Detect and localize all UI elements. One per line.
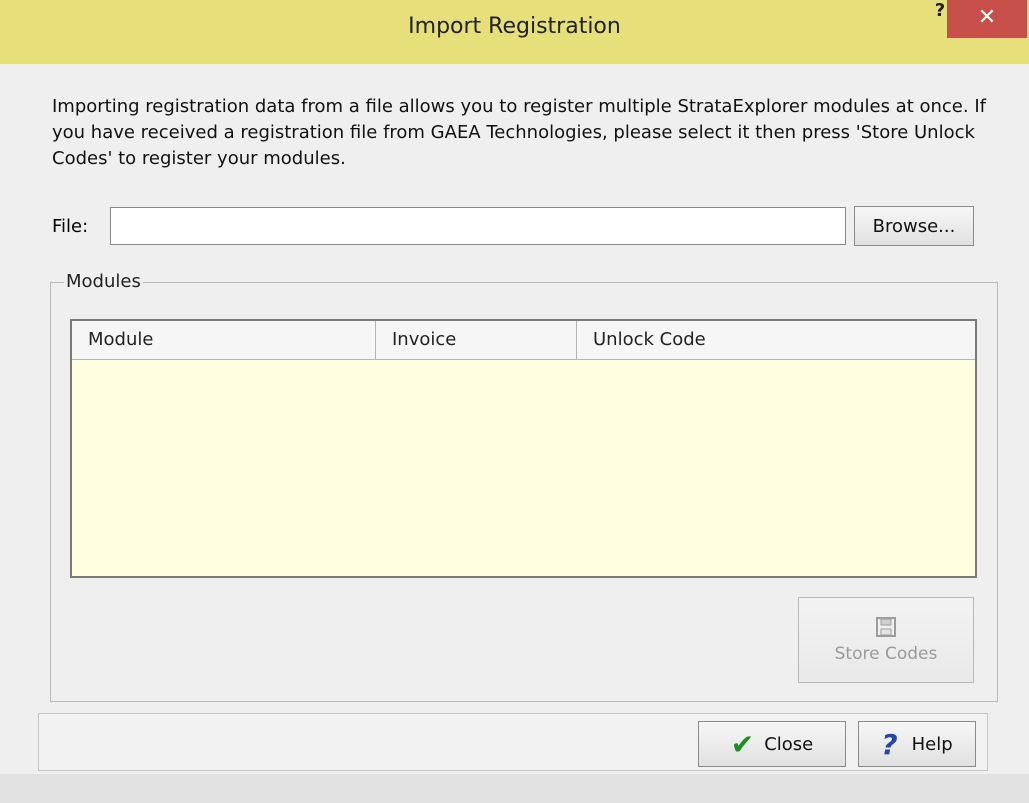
modules-table[interactable]: Module Invoice Unlock Code (70, 319, 977, 578)
question-icon: ? (881, 727, 898, 761)
browse-button[interactable]: Browse... (854, 206, 974, 246)
help-button-label: Help (911, 733, 953, 755)
column-header-module[interactable]: Module (72, 321, 376, 359)
intro-text: Importing registration data from a file … (52, 96, 986, 169)
browse-button-label: Browse... (872, 215, 956, 237)
store-codes-button: Store Codes (798, 597, 974, 683)
check-icon: ✔ (730, 727, 755, 761)
title-bar: Import Registration ? ✕ (0, 0, 1029, 64)
close-button-label: Close (764, 733, 814, 755)
floppy-disk-icon (876, 617, 896, 637)
column-header-invoice[interactable]: Invoice (376, 321, 577, 359)
file-path-input[interactable] (110, 207, 846, 245)
help-button[interactable]: ? Help (858, 721, 976, 767)
file-label: File: (52, 216, 89, 237)
window-bottom-edge (0, 774, 1029, 803)
close-button[interactable]: ✔ Close (698, 721, 846, 767)
window-title: Import Registration (408, 14, 621, 39)
modules-group-label: Modules (64, 271, 143, 292)
column-header-unlock-code[interactable]: Unlock Code (577, 321, 975, 359)
store-codes-label: Store Codes (834, 644, 938, 664)
modules-table-header: Module Invoice Unlock Code (72, 321, 975, 360)
window-close-button[interactable]: ✕ (947, 0, 1027, 38)
